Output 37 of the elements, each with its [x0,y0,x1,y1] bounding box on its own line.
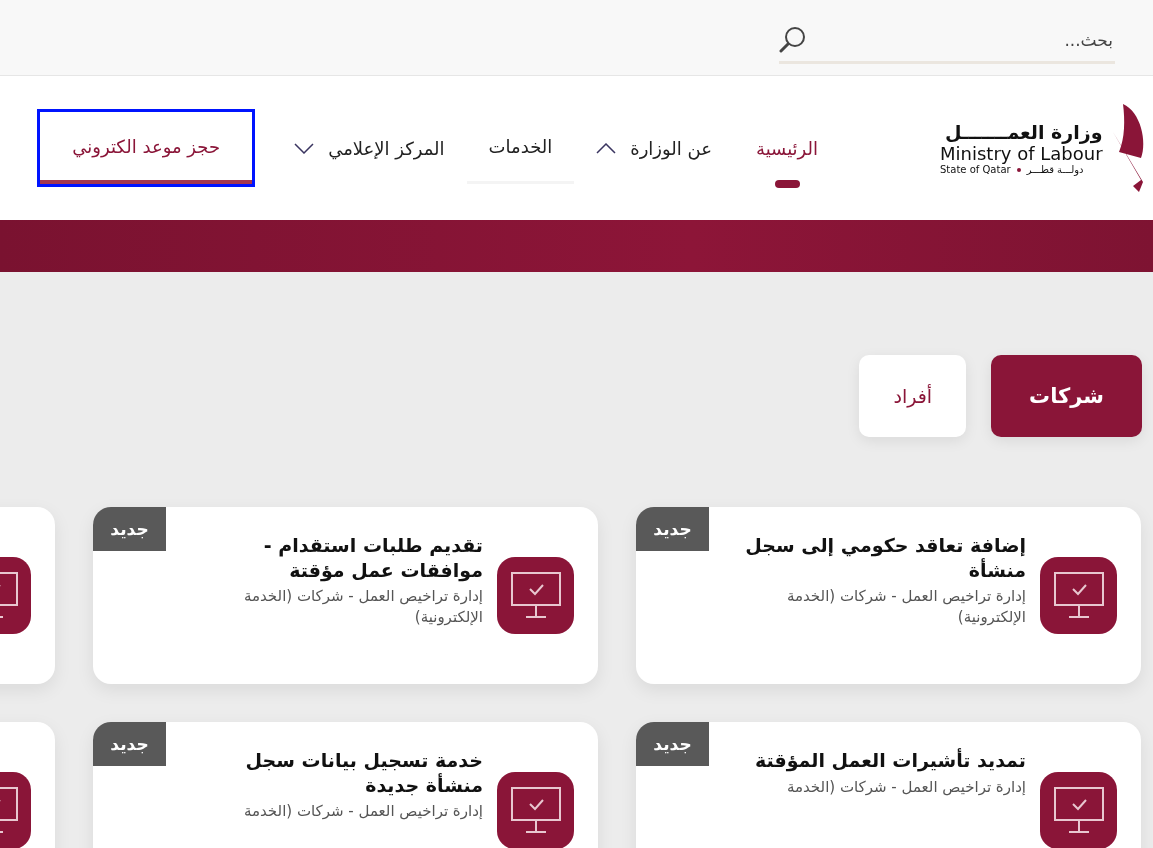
service-department: إدارة تراخيص العمل - شركات (الخدمة [242,801,483,823]
nav-menu-item[interactable]: عن الوزارة [574,112,734,184]
nav-link[interactable]: الرئيسية [734,112,840,184]
new-badge: جديد [636,722,709,766]
logo-arabic-name: وزارة العمـــــــل [944,121,1103,143]
service-department: إدارة تراخيص العمل - شركات (الخدمة الإلكترونية) [242,586,483,629]
active-indicator [775,180,800,188]
service-title: تمديد تأشيرات العمل المؤقتة [754,748,1026,773]
chevron-up-icon [596,142,617,154]
service-card[interactable]: تمديد تأشيرات العمل المؤقتة إدارة تراخيص العمل - شركات (الخدمة جديد [636,722,1141,848]
service-title: إضافة تعاقد حكومي إلى سجل منشأة [744,533,1026,583]
monitor-icon [497,772,574,848]
search-field[interactable]: بحث... [807,29,1115,51]
segment-tab[interactable]: شركات [991,355,1142,437]
monitor-icon [497,557,574,634]
monitor-icon [1040,772,1117,848]
nav-link[interactable]: الخدمات [466,112,575,184]
logo-country-arabic: دولـــة قطـــر [1026,164,1084,175]
booking-button[interactable]: حجز موعد الكتروني [40,112,253,184]
service-card[interactable]: إضافة تعاقد حكومي إلى سجل منشأة إدارة تراخيص العمل - شركات (الخدمة الإلكترونية) جديد [636,507,1141,684]
service-department: إدارة تراخيص العمل - شركات (الخدمة [785,776,1026,798]
new-badge: جديد [93,507,166,551]
nav-menu-item[interactable]: المركز الإعلامي [272,112,467,184]
logo-country-english: State of Qatar [940,164,1011,175]
monitor-icon [1040,557,1117,634]
service-title: تقديم طلبات استقدام - موافقات عمل مؤقتة [262,533,483,583]
dot-icon [1016,167,1021,172]
service-department: إدارة تراخيص العمل - شركات (الخدمة الإلكترونية) [785,586,1026,629]
new-badge: جديد [636,507,709,551]
new-badge: جديد [93,722,166,766]
segment-tab[interactable]: أفراد [859,355,967,437]
service-title: خدمة تسجيل بيانات سجل منشأة جديدة [244,748,483,798]
service-card[interactable]: تقديم طلبات استقدام - موافقات عمل مؤقتة إدارة تراخيص العمل - شركات (الخدمة الإلكترونية) جديد [93,507,598,684]
search-icon[interactable] [779,26,807,54]
chevron-down-icon [294,142,315,154]
logo-english-name: Ministry of Labour [940,143,1103,164]
service-card[interactable]: خدمة تسجيل بيانات سجل منشأة جديدة إدارة تراخيص العمل - شركات (الخدمة جديد [93,722,598,848]
